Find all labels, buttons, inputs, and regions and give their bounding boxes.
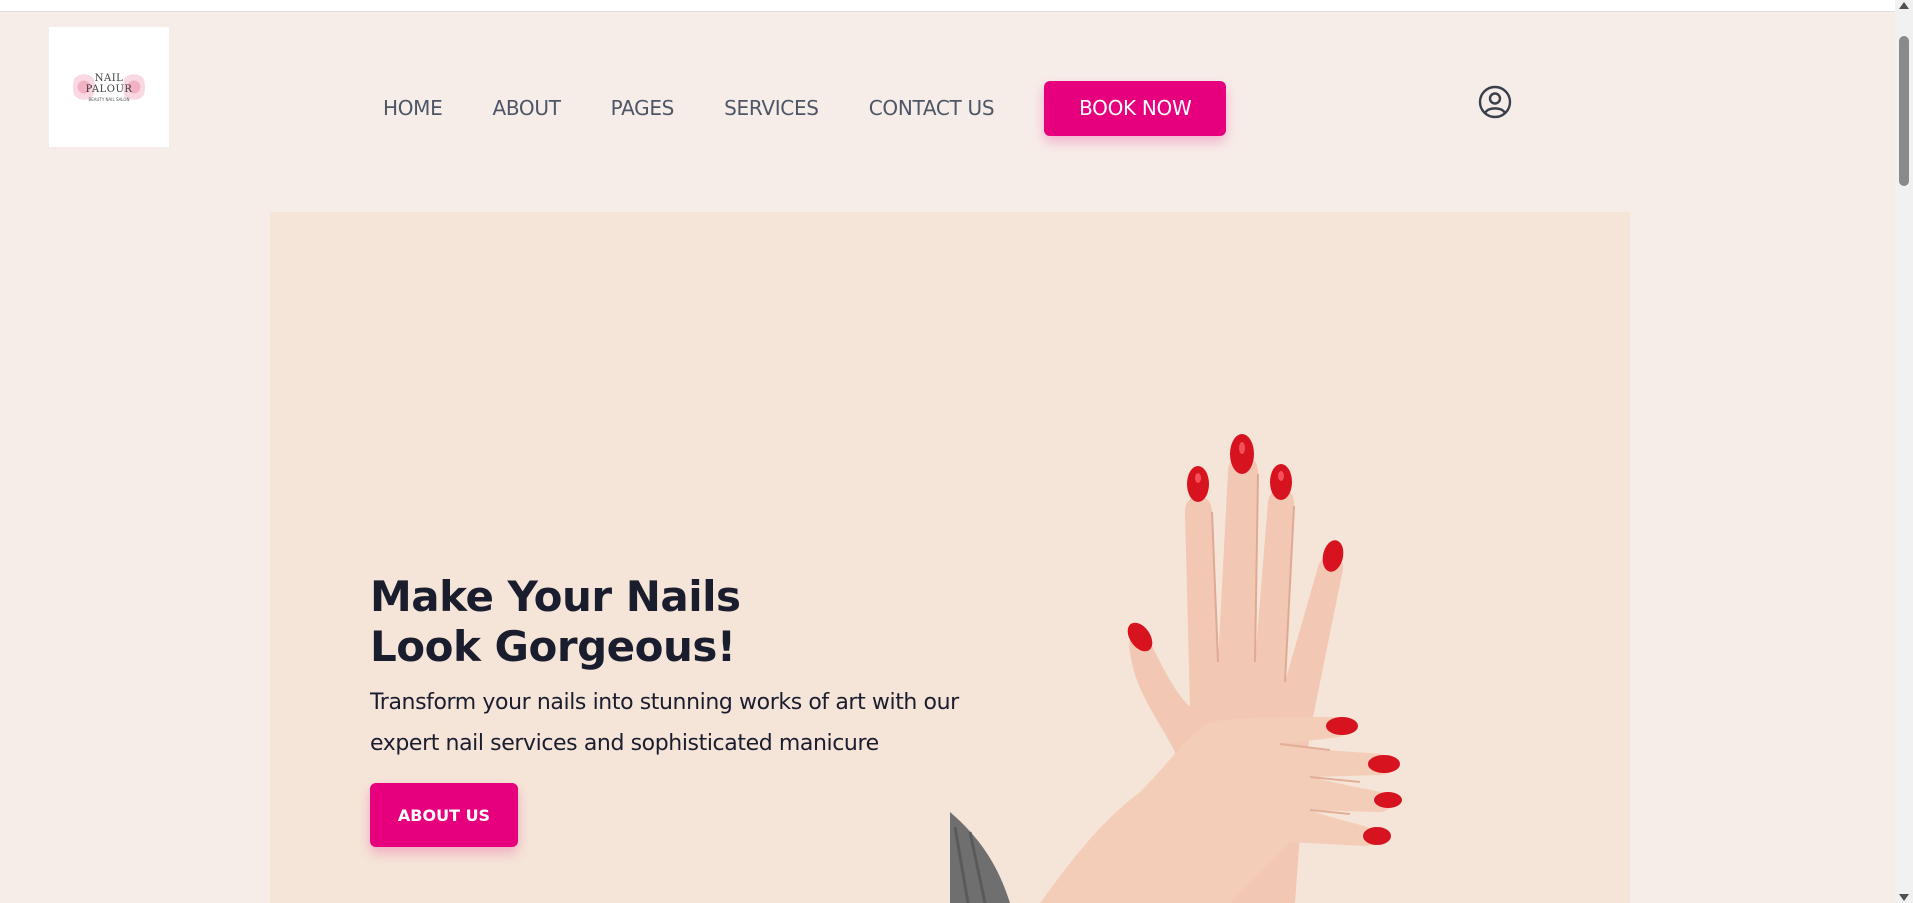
hero-title: Make Your Nails Look Gorgeous! — [370, 572, 890, 672]
logo-wreath-icon: NAIL PALOUR BEAUTY NAIL SALON — [73, 67, 145, 107]
nav-about[interactable]: ABOUT — [492, 96, 560, 120]
logo-text-line2: PALOUR — [85, 83, 133, 95]
hands-red-nails-image — [950, 434, 1402, 903]
book-now-button[interactable]: BOOK NOW — [1044, 80, 1227, 136]
scroll-up-arrow-icon[interactable] — [1899, 2, 1909, 9]
hero-section: Make Your Nails Look Gorgeous! Transform… — [270, 212, 1630, 903]
nav-pages[interactable]: PAGES — [611, 96, 675, 120]
nav-services[interactable]: SERVICES — [724, 96, 819, 120]
hero-title-line1: Make Your Nails — [370, 572, 741, 621]
site-logo[interactable]: NAIL PALOUR BEAUTY NAIL SALON — [49, 27, 169, 147]
user-circle-icon[interactable] — [1478, 85, 1512, 119]
logo-text-line1: NAIL — [94, 72, 124, 84]
scroll-thumb[interactable] — [1899, 36, 1909, 186]
about-us-button[interactable]: ABOUT US — [370, 783, 518, 847]
hero-description: Transform your nails into stunning works… — [370, 690, 959, 756]
nav-home[interactable]: HOME — [383, 96, 443, 120]
scroll-down-arrow-icon[interactable] — [1899, 894, 1909, 901]
nav-contact-us[interactable]: CONTACT US — [869, 96, 995, 120]
page-scrollbar[interactable] — [1895, 0, 1913, 903]
hero-title-line2: Look Gorgeous! — [370, 622, 736, 671]
browser-top-edge — [0, 0, 1895, 12]
logo-tagline: BEAUTY NAIL SALON — [88, 96, 130, 102]
main-nav: HOME ABOUT PAGES SERVICES CONTACT US BOO… — [383, 80, 1227, 136]
